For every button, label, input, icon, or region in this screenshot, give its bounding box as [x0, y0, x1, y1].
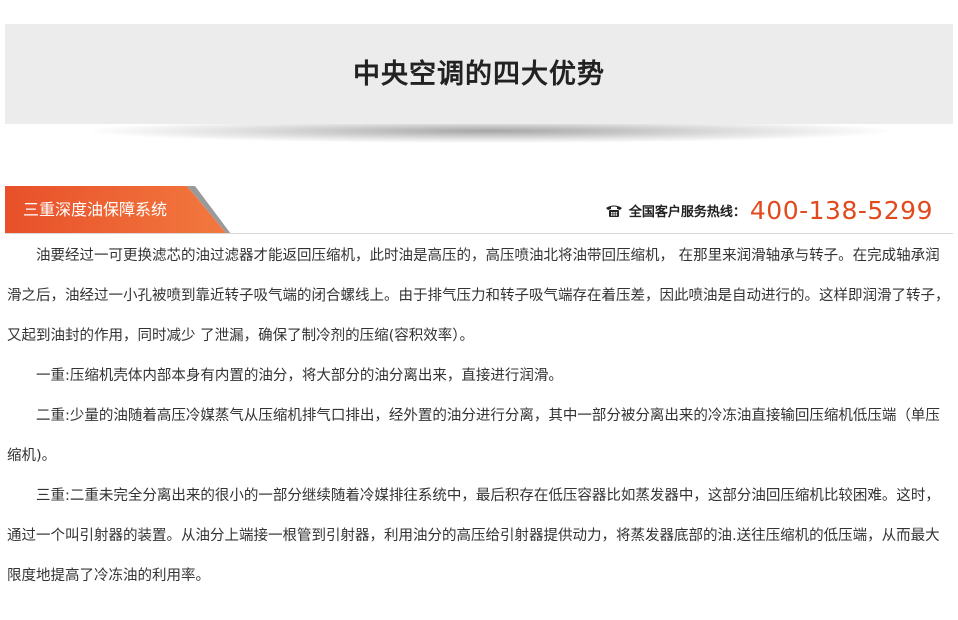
- paragraph-stage-one: 一重:压缩机壳体内部本身有内置的油分，将大部分的油分离出来，直接进行润滑。: [36, 368, 563, 384]
- section-divider: [5, 233, 953, 234]
- paragraph-intro: 油要经过一可更换滤芯的油过滤器才能返回压缩机，此时油是高压的，高压喷油北将油带回…: [7, 248, 950, 344]
- paragraph-stage-two: 二重:少量的油随着高压冷媒蒸气从压缩机排气口排出，经外置的油分进行分离，其中一部…: [7, 408, 940, 464]
- section-tab-label: 三重深度油保障系统: [23, 200, 168, 219]
- section-tab: 三重深度油保障系统: [5, 186, 231, 234]
- page: 中央空调的四大优势 三重深度油保障系统 全国客户服务热线： 400-138-52…: [0, 0, 958, 620]
- page-title: 中央空调的四大优势: [353, 59, 605, 90]
- article-body: 油要经过一可更换滤芯的油过滤器才能返回压缩机，此时油是高压的，高压喷油北将油带回…: [7, 236, 953, 596]
- hotline-number[interactable]: 400-138-5299: [750, 196, 933, 225]
- telephone-icon: [605, 203, 623, 217]
- section-header: 三重深度油保障系统 全国客户服务热线： 400-138-5299: [5, 186, 953, 234]
- hero-banner: 中央空调的四大优势: [5, 24, 953, 124]
- paragraph-stage-three: 三重:二重未完全分离出来的很小的一部分继续随着冷媒排往系统中，最后积存在低压容器…: [7, 488, 940, 584]
- hotline: 全国客户服务热线： 400-138-5299: [605, 192, 933, 228]
- hotline-label: 全国客户服务热线：: [628, 204, 746, 220]
